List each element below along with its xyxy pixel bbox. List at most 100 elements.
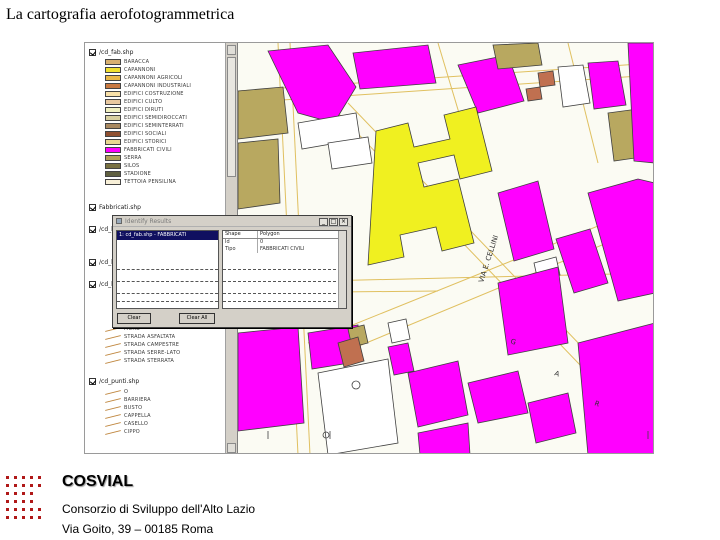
legend-label: CAPANNONI INDUSTRIALI	[124, 83, 192, 89]
legend-item: CAPPELLA	[105, 412, 151, 420]
legend-item: STADIONE	[105, 170, 191, 178]
col-shape: Shape	[223, 231, 258, 238]
legend-swatch	[105, 163, 121, 169]
legend-item: SERRA	[105, 154, 191, 162]
legend-item: EDIFICI SOCIALI	[105, 130, 191, 138]
row-field: Tipo	[223, 246, 258, 253]
legend-swatch	[105, 155, 121, 161]
legend-item: SILOS	[105, 162, 191, 170]
legend-item: FABBRICATI CIVILI	[105, 146, 191, 154]
legend-label: EDIFICI SOCIALI	[124, 131, 167, 137]
legend-label: TETTOIA PENSILINA	[124, 179, 177, 185]
legend-item: BARACCA	[105, 58, 191, 66]
logo-dot	[22, 500, 25, 503]
legend-label: CASELLO	[124, 421, 148, 427]
layer-visibility-checkbox[interactable]	[89, 281, 96, 288]
logo-dot	[38, 476, 41, 479]
legend-item: EDIFICI STORICI	[105, 138, 191, 146]
maximize-icon[interactable]: □	[329, 218, 338, 226]
logo-dot	[6, 492, 9, 495]
logo-dot	[30, 484, 33, 487]
legend-item: BUSTO	[105, 404, 151, 412]
separator	[223, 293, 346, 294]
attributes-table[interactable]: Shape Polygon Id 0 Tipo FABBRICATI CIVIL…	[222, 230, 347, 309]
layer-name: /cd_fab.shp	[99, 49, 134, 56]
legend-item: CAPANNONI	[105, 66, 191, 74]
table-row[interactable]: Tipo FABBRICATI CIVILI	[223, 246, 346, 253]
layer-fabbricati[interactable]: Fabbricati.shp	[89, 202, 141, 213]
legend-item: CASELLO	[105, 420, 151, 428]
legend-label: SERRA	[124, 155, 142, 161]
legend-line-symbol	[105, 405, 121, 411]
table-row[interactable]: Id 0	[223, 239, 346, 246]
legend-swatch	[105, 67, 121, 73]
legend-swatch	[105, 179, 121, 185]
logo-dot	[22, 516, 25, 519]
lin-legend: MURO STRADA ASFALTATA STRADA CAMPESTRE STRA…	[105, 325, 180, 365]
logo-dot	[22, 484, 25, 487]
results-tree[interactable]: 1: cd_fab.shp - FABBRICATI	[116, 230, 219, 309]
legend-item: STRADA CAMPESTRE	[105, 341, 180, 349]
legend-label: CAPANNONI AGRICOLI	[124, 75, 183, 81]
legend-item: EDIFICI CULTO	[105, 98, 191, 106]
logo-dot	[14, 500, 17, 503]
legend-item: BARRIERA	[105, 396, 151, 404]
legend-label: EDIFICI DIRUTI	[124, 107, 164, 113]
logo-dot	[22, 476, 25, 479]
row-field: Id	[223, 239, 258, 246]
close-icon[interactable]: ×	[339, 218, 348, 226]
separator	[117, 293, 218, 294]
logo-dot	[22, 508, 25, 511]
layer-cd-fab[interactable]: /cd_fab.shp	[89, 47, 133, 58]
table-header: Shape Polygon	[223, 231, 346, 239]
legend-item: STRADA ASFALTATA	[105, 333, 180, 341]
legend-label: STRADA CAMPESTRE	[124, 342, 180, 348]
selected-result[interactable]: 1: cd_fab.shp - FABBRICATI	[117, 231, 218, 240]
identify-results-dialog[interactable]: Identify Results _ □ × 1: cd_fab.shp - F…	[112, 215, 352, 328]
attributes-scrollbar[interactable]	[338, 231, 346, 308]
logo-dot	[14, 508, 17, 511]
map-letter-a: A	[553, 369, 560, 378]
scroll-thumb[interactable]	[227, 57, 236, 177]
scroll-up-arrow-icon[interactable]	[227, 45, 236, 55]
logo-dot	[6, 516, 9, 519]
logo-dot	[38, 484, 41, 487]
legend-swatch	[105, 83, 121, 89]
legend-item: CAPANNONI AGRICOLI	[105, 74, 191, 82]
layer-cd-punti[interactable]: /cd_punti.shp	[89, 376, 139, 387]
legend-label: EDIFICI COSTRUZIONE	[124, 91, 184, 97]
layer-visibility-checkbox[interactable]	[89, 259, 96, 266]
legend-item: EDIFICI DIRUTI	[105, 106, 191, 114]
legend-line-symbol	[105, 429, 121, 435]
legend-item: EDIFICI SEMINTERRATI	[105, 122, 191, 130]
legend-swatch	[105, 75, 121, 81]
legend-label: STRADA ASFALTATA	[124, 334, 176, 340]
legend-swatch	[105, 99, 121, 105]
dialog-titlebar[interactable]: Identify Results _ □ ×	[113, 216, 351, 227]
dialog-title: Identify Results	[125, 217, 172, 225]
org-description: Consorzio di Sviluppo dell'Alto Lazio	[62, 502, 256, 516]
clear-button[interactable]: Clear	[117, 313, 151, 324]
legend-label: STRADA SERRE-LATO	[124, 350, 181, 356]
legend-label: STRADA STERRATA	[124, 358, 174, 364]
logo-dot	[38, 508, 41, 511]
clear-all-button[interactable]: Clear All	[179, 313, 215, 324]
legend-line-symbol	[105, 389, 121, 395]
legend-line-symbol	[105, 421, 121, 427]
layer-visibility-checkbox[interactable]	[89, 378, 96, 385]
legend-swatch	[105, 123, 121, 129]
layer-visibility-checkbox[interactable]	[89, 49, 96, 56]
minimize-icon[interactable]: _	[319, 218, 328, 226]
layer-name: /cd_punti.shp	[99, 378, 140, 385]
org-address: Via Goito, 39 – 00185 Roma	[62, 522, 214, 536]
legend-swatch	[105, 131, 121, 137]
row-value: 0	[260, 239, 264, 245]
legend-line-symbol	[105, 397, 121, 403]
legend-item: CAPANNONI INDUSTRIALI	[105, 82, 191, 90]
legend-label: STADIONE	[124, 171, 152, 177]
legend-label: EDIFICI CULTO	[124, 99, 163, 105]
layer-visibility-checkbox[interactable]	[89, 204, 96, 211]
scroll-down-arrow-icon[interactable]	[227, 443, 236, 453]
layer-visibility-checkbox[interactable]	[89, 226, 96, 233]
legend-line-symbol	[105, 334, 121, 340]
